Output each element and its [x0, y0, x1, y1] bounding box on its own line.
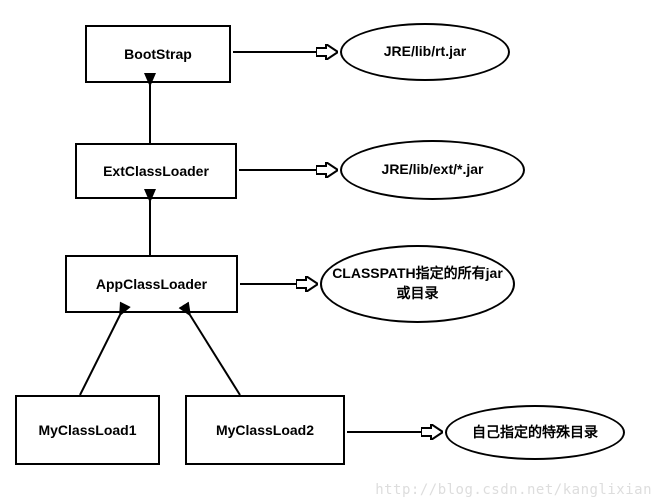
box-myclassload2: MyClassLoad2: [185, 395, 345, 465]
box-my1-label: MyClassLoad1: [38, 422, 136, 438]
arrow-my2-to-app: [190, 315, 240, 395]
box-bootstrap-label: BootStrap: [124, 46, 192, 62]
ellipse-classpath-label: CLASSPATH指定的所有jar或目录: [330, 264, 505, 303]
ellipse-extjar-label: JRE/lib/ext/*.jar: [382, 160, 484, 180]
box-appclassloader: AppClassLoader: [65, 255, 238, 313]
ellipse-custom: 自己指定的特殊目录: [445, 405, 625, 460]
arrow-my1-to-app: [80, 315, 120, 395]
box-bootstrap: BootStrap: [85, 25, 231, 83]
ellipse-rtjar: JRE/lib/rt.jar: [340, 23, 510, 81]
box-my2-label: MyClassLoad2: [216, 422, 314, 438]
ellipse-rtjar-label: JRE/lib/rt.jar: [384, 42, 466, 62]
watermark-text: http://blog.csdn.net/kanglixian: [375, 482, 652, 498]
ellipse-custom-label: 自己指定的特殊目录: [472, 423, 598, 443]
ellipse-classpath: CLASSPATH指定的所有jar或目录: [320, 245, 515, 323]
box-myclassload1: MyClassLoad1: [15, 395, 160, 465]
box-ext-label: ExtClassLoader: [103, 163, 209, 179]
box-extclassloader: ExtClassLoader: [75, 143, 237, 199]
box-app-label: AppClassLoader: [96, 276, 207, 292]
ellipse-extjar: JRE/lib/ext/*.jar: [340, 140, 525, 200]
